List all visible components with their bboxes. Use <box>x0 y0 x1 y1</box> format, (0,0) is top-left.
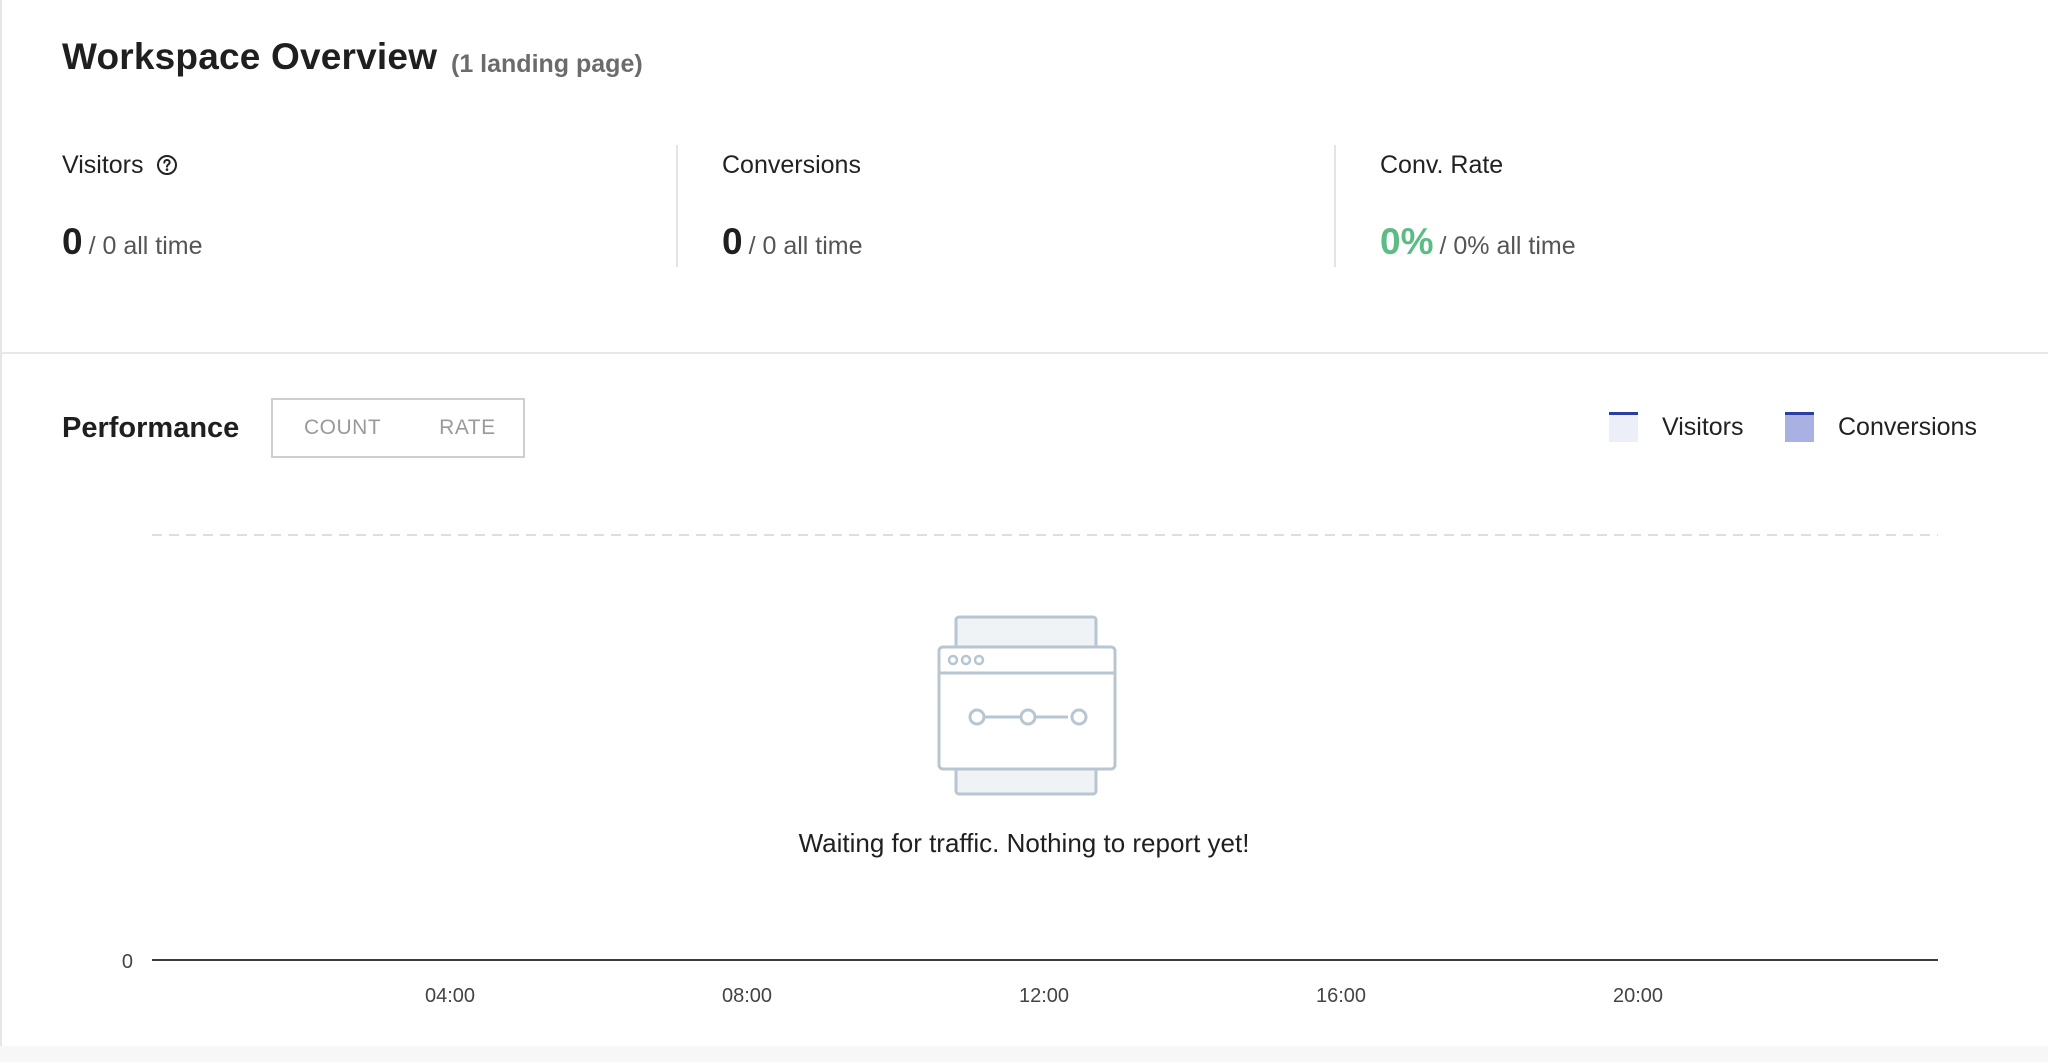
stat-conversions-label: Conversions <box>722 150 861 179</box>
stat-label: Conversions <box>722 145 1302 185</box>
empty-state-message: Waiting for traffic. Nothing to report y… <box>798 828 1250 858</box>
page-subtitle: (1 landing page) <box>451 50 643 78</box>
stat-label: Visitors <box>62 145 652 185</box>
stat-conv-rate-value: 0% <box>1380 221 1434 262</box>
stat-conversions: Conversions 0/ 0 all time <box>722 145 1302 267</box>
help-icon[interactable] <box>156 154 178 176</box>
legend-label: Conversions <box>1838 412 1977 441</box>
legend-label: Visitors <box>1662 412 1744 441</box>
stat-conversions-all-time: / 0 all time <box>748 232 863 260</box>
stat-conversions-value: 0 <box>722 221 743 262</box>
rate-toggle-button[interactable]: RATE <box>439 416 495 440</box>
empty-state-browser-icon <box>935 614 1119 798</box>
stat-visitors: Visitors 0/ 0 all time <box>62 145 652 267</box>
stat-label: Conv. Rate <box>1380 145 1960 185</box>
stat-conv-rate: Conv. Rate 0%/ 0% all time <box>1380 145 1960 267</box>
legend-item-visitors: Visitors <box>1609 412 1744 442</box>
stat-visitors-all-time: / 0 all time <box>88 232 203 260</box>
legend-item-conversions: Conversions <box>1785 412 1977 442</box>
stat-divider <box>1334 145 1336 267</box>
stat-visitors-label: Visitors <box>62 150 144 179</box>
stat-visitors-value: 0 <box>62 221 83 262</box>
performance-title: Performance <box>62 412 240 444</box>
stat-values: 0/ 0 all time <box>62 221 203 263</box>
stat-conv-rate-all-time: / 0% all time <box>1439 232 1576 260</box>
metric-toggle: COUNT RATE <box>271 398 525 458</box>
stat-divider <box>676 145 678 267</box>
legend-swatch-visitors <box>1609 412 1638 442</box>
bottom-edge <box>0 1046 2048 1062</box>
stat-values: 0/ 0 all time <box>722 221 863 263</box>
overview-section: Workspace Overview (1 landing page) Visi… <box>0 0 2048 354</box>
legend-swatch-conversions <box>1785 412 1814 442</box>
stat-values: 0%/ 0% all time <box>1380 221 1576 263</box>
count-toggle-button[interactable]: COUNT <box>304 416 381 440</box>
page-title: Workspace Overview <box>62 36 438 77</box>
stat-conv-rate-label: Conv. Rate <box>1380 150 1504 179</box>
